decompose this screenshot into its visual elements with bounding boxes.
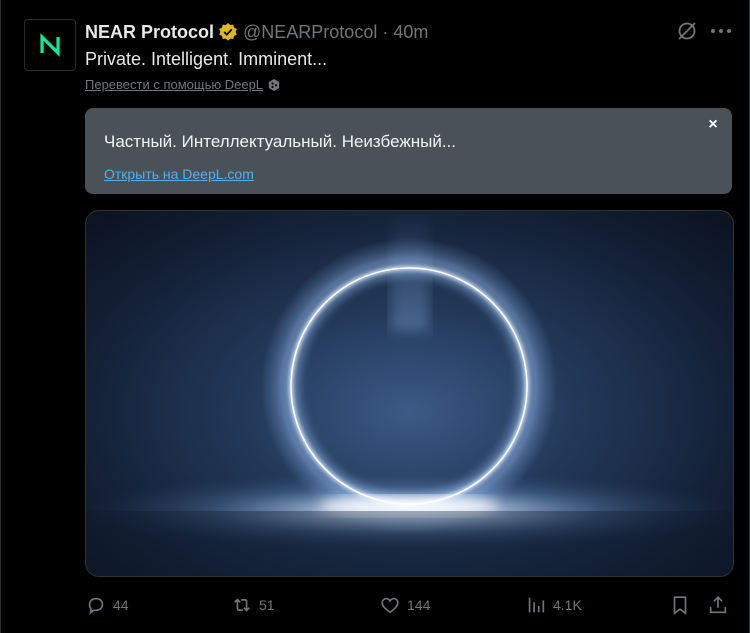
share-button[interactable] (707, 592, 735, 618)
like-count: 144 (407, 597, 431, 613)
repost-count: 51 (259, 597, 275, 613)
translate-link[interactable]: Перевести с помощью DeepL (85, 77, 263, 92)
separator-dot: · (382, 21, 389, 42)
author-name[interactable]: NEAR Protocol (85, 22, 214, 43)
like-icon (381, 597, 399, 614)
reply-icon (88, 597, 104, 615)
reply-button[interactable]: 44 (85, 592, 129, 618)
views-icon (528, 597, 545, 613)
action-bar: 44 51 144 4.1K (85, 592, 732, 618)
tweet-text: Private. Intelligent. Imminent... (85, 49, 328, 69)
translation-box: Частный. Интеллектуальный. Неизбежный...… (85, 108, 732, 194)
verified-badge-icon[interactable] (218, 22, 238, 42)
open-deepl-link[interactable]: Открыть на DeepL.com (104, 166, 254, 182)
timestamp[interactable]: 40m (393, 22, 428, 43)
bookmark-button[interactable] (669, 592, 697, 618)
bookmark-icon (673, 596, 687, 615)
views-button[interactable]: 4.1K (525, 592, 582, 618)
repost-icon (234, 598, 250, 612)
deepl-icon (267, 78, 281, 92)
share-icon (709, 596, 727, 614)
reply-count: 44 (113, 597, 129, 613)
translate-line: Перевести с помощью DeepL (85, 77, 281, 92)
close-icon[interactable]: × (706, 116, 720, 133)
translation-text: Частный. Интеллектуальный. Неизбежный... (104, 132, 456, 151)
author-handle[interactable]: @NEARProtocol (243, 22, 377, 43)
grok-icon[interactable] (676, 20, 698, 42)
more-icon[interactable] (708, 20, 734, 42)
like-button[interactable]: 144 (379, 592, 430, 618)
repost-button[interactable]: 51 (231, 592, 275, 618)
tweet-header: NEAR Protocol @NEARProtocol · 40m (85, 20, 720, 44)
views-count: 4.1K (553, 597, 582, 613)
near-logo-icon (40, 33, 60, 57)
frame-border-left (0, 0, 1, 633)
avatar[interactable] (24, 19, 76, 71)
tweet-media-image[interactable] (85, 210, 734, 577)
